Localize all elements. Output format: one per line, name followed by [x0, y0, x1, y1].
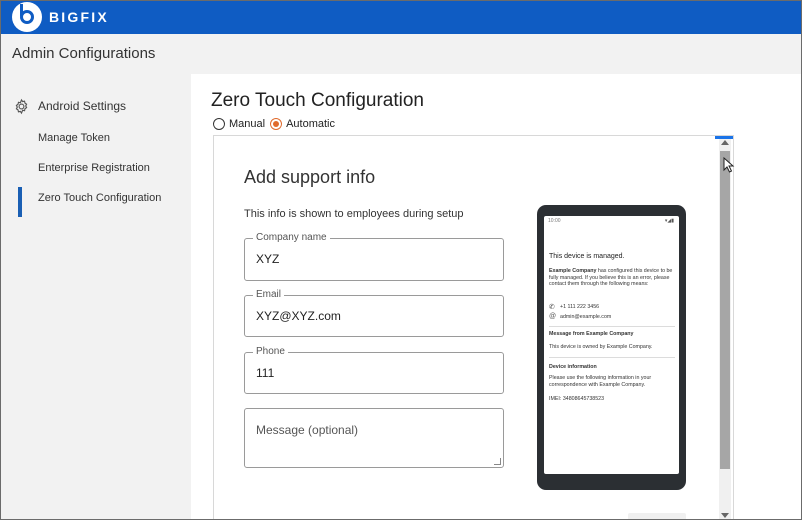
field-value: XYZ@XYZ.com	[256, 309, 341, 323]
field-label: Email	[253, 289, 285, 300]
radio-manual[interactable]: Manual	[213, 118, 265, 130]
preview-contact-phone: ✆ +1 111 222 3456	[549, 304, 600, 311]
scroll-thumb[interactable]	[720, 151, 730, 469]
preview-device-heading: Device information	[549, 364, 597, 370]
preview-contact-email: @ admin@example.com	[549, 313, 612, 320]
preview-intro: Example Company has configured this devi…	[549, 268, 673, 288]
scroll-down-arrow-icon[interactable]	[721, 513, 729, 518]
app-window: BIGFIX Admin Configurations Android Sett…	[0, 0, 802, 520]
field-placeholder: Message (optional)	[256, 423, 359, 437]
resize-grip-icon[interactable]	[494, 458, 501, 465]
sidebar-heading-android-settings[interactable]: Android Settings	[13, 96, 126, 116]
phone-field[interactable]: Phone 111	[244, 346, 504, 394]
mode-radio-group: Manual Automatic	[213, 118, 340, 130]
preview-divider	[549, 326, 675, 327]
at-icon: @	[549, 313, 557, 320]
radio-automatic[interactable]: Automatic	[270, 118, 335, 130]
brand-name: BIGFIX	[49, 9, 109, 25]
radio-label: Manual	[229, 118, 266, 130]
phone-icon: ✆	[549, 304, 555, 311]
sidebar-item-enterprise-registration[interactable]: Enterprise Registration	[1, 157, 191, 181]
radio-button[interactable]	[213, 118, 225, 130]
device-preview: 10:00 ▾◢▮ This device is managed. Exampl…	[537, 205, 686, 490]
sidebar-item-label: Manage Token	[38, 132, 110, 144]
support-info-heading: Add support info	[244, 167, 376, 187]
sidebar-item-label: Enterprise Registration	[38, 162, 150, 174]
company-name-field[interactable]: Company name XYZ	[244, 232, 504, 281]
page-header: Admin Configurations	[1, 34, 801, 74]
preview-divider	[549, 357, 675, 358]
page-title: Zero Touch Configuration	[211, 90, 424, 111]
status-time: 10:00	[548, 218, 561, 224]
field-value: 111	[256, 366, 275, 380]
preview-imei: IMEI: 34808645738523	[549, 396, 605, 402]
next-button[interactable]	[628, 513, 686, 519]
top-bar: BIGFIX	[1, 1, 801, 34]
mouse-cursor-icon	[723, 157, 735, 173]
sidebar-item-zero-touch-configuration[interactable]: Zero Touch Configuration	[1, 187, 191, 217]
sidebar-item-label: Zero Touch Configuration	[38, 192, 162, 204]
preview-message-body: This device is owned by Example Company.	[549, 344, 653, 350]
sidebar: Android Settings Manage Token Enterprise…	[1, 74, 191, 519]
page-section-title: Admin Configurations	[12, 45, 156, 62]
preview-device-body: Please use the following information in …	[549, 375, 652, 388]
bigfix-logo-icon[interactable]	[12, 2, 42, 32]
device-screen: 10:00 ▾◢▮ This device is managed. Exampl…	[544, 216, 679, 474]
sidebar-heading-label: Android Settings	[38, 99, 127, 113]
radio-button[interactable]	[270, 118, 283, 130]
gear-icon	[15, 98, 28, 114]
field-value: XYZ	[256, 252, 280, 266]
preview-title: This device is managed.	[549, 253, 625, 260]
email-field[interactable]: Email XYZ@XYZ.com	[244, 289, 504, 337]
field-label: Phone	[253, 346, 288, 357]
preview-message-heading: Message from Example Company	[549, 331, 634, 337]
field-label: Company name	[253, 232, 330, 243]
support-info-description: This info is shown to employees during s…	[244, 208, 464, 220]
embed-scrollbar[interactable]	[719, 139, 731, 519]
signal-battery-icon: ▾◢▮	[664, 218, 674, 224]
message-textarea[interactable]: Message (optional)	[244, 408, 504, 468]
sidebar-item-manage-token[interactable]: Manage Token	[1, 127, 191, 151]
radio-label: Automatic	[286, 118, 335, 130]
scroll-up-arrow-icon[interactable]	[721, 140, 729, 145]
